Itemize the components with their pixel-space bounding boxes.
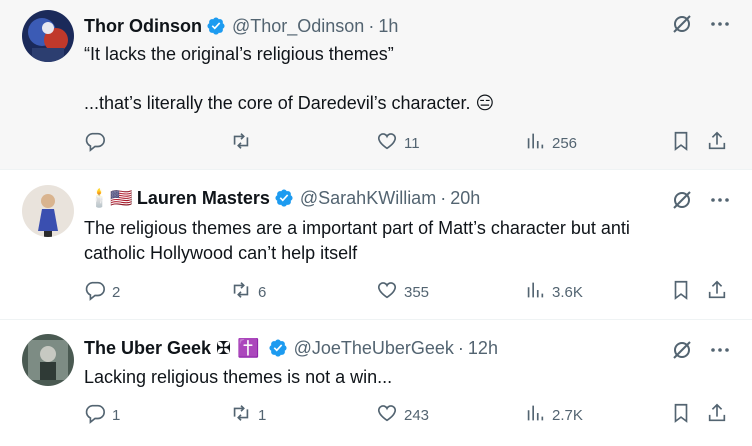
bookmark-icon [670, 130, 692, 156]
views-icon [524, 402, 546, 428]
views-button[interactable]: 3.6K [524, 277, 583, 307]
retweet-icon [230, 130, 252, 156]
name-suffix-emoji: ✝️ [237, 337, 260, 358]
bookmark-button[interactable] [670, 400, 692, 430]
tweet-text-line: “It lacks the original’s religious theme… [84, 44, 394, 64]
more-icon[interactable] [708, 338, 732, 362]
reply-count: 2 [112, 283, 121, 301]
retweet-icon [230, 279, 252, 305]
views-count: 2.7K [552, 406, 583, 424]
like-count: 243 [404, 406, 430, 424]
share-icon [706, 279, 728, 305]
like-button[interactable]: 243 [376, 400, 429, 430]
retweet-icon [230, 402, 252, 428]
tweet-text-line: catholic Hollywood can’t help itself [84, 243, 358, 263]
verified-badge-icon [268, 338, 288, 358]
tweet-top-actions [670, 338, 732, 362]
like-count: 355 [404, 283, 430, 301]
separator: · [440, 187, 447, 208]
tweet[interactable]: Thor Odinson @Thor_Odinson · 1h “It lack… [0, 0, 752, 170]
tweet-text-line: The religious themes are a important par… [84, 218, 630, 238]
tweet-text-line: ...that’s literally the core of Daredevi… [84, 93, 495, 113]
timestamp[interactable]: 12h [468, 338, 498, 359]
grok-icon[interactable] [670, 188, 694, 212]
display-name[interactable]: Lauren Masters [137, 188, 270, 209]
separator: · [368, 15, 375, 36]
reply-count: 1 [112, 406, 121, 424]
reply-icon [84, 279, 106, 305]
like-button[interactable]: 11 [376, 128, 420, 158]
share-icon [706, 130, 728, 156]
tweet-top-actions [670, 188, 732, 212]
handle[interactable]: @SarahKWilliam [300, 188, 436, 209]
handle[interactable]: @JoeTheUberGeek [294, 338, 454, 359]
share-icon [706, 402, 728, 428]
bookmark-button[interactable] [670, 277, 692, 307]
like-icon [376, 130, 398, 156]
bookmark-button[interactable] [670, 128, 692, 158]
reply-icon [84, 402, 106, 428]
display-name[interactable]: Thor Odinson [84, 16, 202, 37]
retweet-button[interactable] [230, 128, 258, 158]
tweet-header: 🕯️🇺🇸 Lauren Masters @SarahKWilliam · 20h [88, 186, 480, 210]
tweet[interactable]: 🕯️🇺🇸 Lauren Masters @SarahKWilliam · 20h… [0, 170, 752, 320]
handle[interactable]: @Thor_Odinson [232, 16, 364, 37]
name-prefix-emoji: 🕯️🇺🇸 [88, 187, 133, 208]
grok-icon[interactable] [670, 12, 694, 36]
tweet-header: Thor Odinson @Thor_Odinson · 1h [84, 14, 398, 38]
display-name[interactable]: The Uber Geek ✠ [84, 338, 231, 359]
views-count: 256 [552, 134, 578, 152]
like-icon [376, 279, 398, 305]
share-button[interactable] [706, 128, 728, 158]
tweet[interactable]: The Uber Geek ✠ ✝️ @JoeTheUberGeek · 12h… [0, 320, 752, 446]
avatar[interactable] [22, 10, 74, 62]
like-count: 11 [404, 134, 420, 152]
reply-feed: Thor Odinson @Thor_Odinson · 1h “It lack… [0, 0, 752, 446]
avatar[interactable] [22, 334, 74, 386]
reply-button[interactable] [84, 128, 112, 158]
views-button[interactable]: 2.7K [524, 400, 583, 430]
tweet-header: The Uber Geek ✠ ✝️ @JoeTheUberGeek · 12h [84, 336, 498, 360]
views-icon [524, 279, 546, 305]
action-bar: 2 6 355 3.6K [84, 277, 730, 307]
avatar[interactable] [22, 185, 74, 237]
retweet-button[interactable]: 1 [230, 400, 266, 430]
verified-badge-icon [274, 188, 294, 208]
like-button[interactable]: 355 [376, 277, 429, 307]
retweet-count: 6 [258, 283, 267, 301]
share-button[interactable] [706, 277, 728, 307]
retweet-count: 1 [258, 406, 267, 424]
like-icon [376, 402, 398, 428]
reply-button[interactable]: 2 [84, 277, 120, 307]
more-icon[interactable] [708, 12, 732, 36]
action-bar: 11 256 [84, 128, 730, 158]
reply-icon [84, 130, 106, 156]
views-button[interactable]: 256 [524, 128, 577, 158]
timestamp[interactable]: 1h [378, 16, 398, 37]
bookmark-icon [670, 402, 692, 428]
reply-button[interactable]: 1 [84, 400, 120, 430]
views-icon [524, 130, 546, 156]
grok-icon[interactable] [670, 338, 694, 362]
tweet-top-actions [670, 12, 732, 36]
timestamp[interactable]: 20h [450, 188, 480, 209]
retweet-button[interactable]: 6 [230, 277, 266, 307]
bookmark-icon [670, 279, 692, 305]
more-icon[interactable] [708, 188, 732, 212]
tweet-text-line: Lacking religious themes is not a win... [84, 367, 393, 387]
views-count: 3.6K [552, 283, 583, 301]
separator: · [457, 337, 464, 358]
verified-badge-icon [206, 16, 226, 36]
action-bar: 1 1 243 2.7K [84, 400, 730, 430]
share-button[interactable] [706, 400, 728, 430]
